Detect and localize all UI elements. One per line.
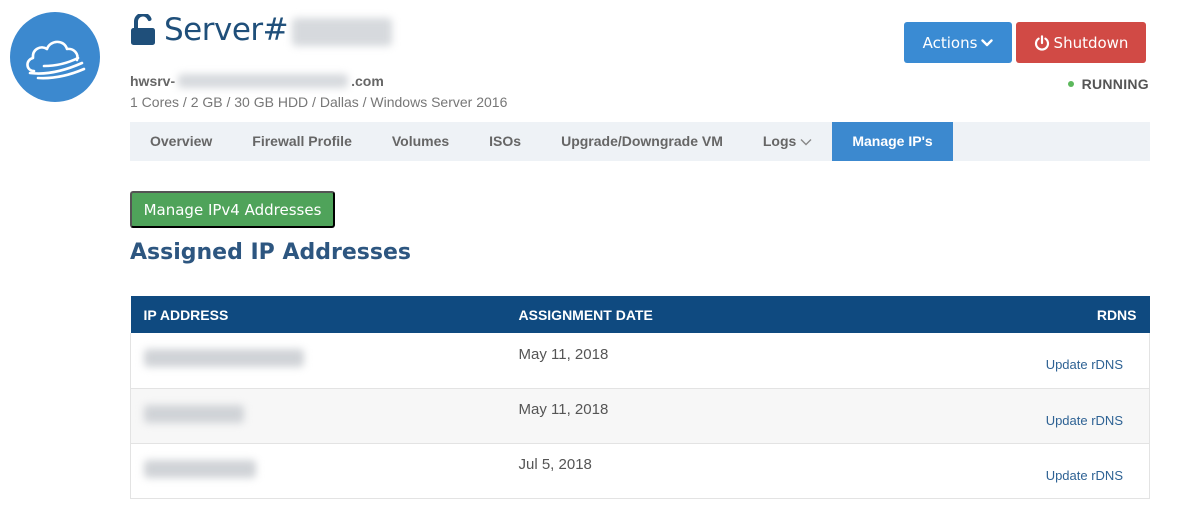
update-rdns-link[interactable]: Update rDNS bbox=[1046, 458, 1123, 483]
tab-label: Upgrade/Downgrade VM bbox=[561, 133, 723, 149]
tab-label: Overview bbox=[150, 133, 213, 149]
tab-volumes[interactable]: Volumes bbox=[372, 122, 469, 161]
manage-ipv4-button[interactable]: Manage IPv4 Addresses bbox=[130, 191, 335, 228]
actions-label: Actions bbox=[922, 33, 978, 52]
header-assignment-date: ASSIGNMENT DATE bbox=[518, 296, 871, 333]
redacted-hostname bbox=[178, 74, 349, 88]
tab-label: Volumes bbox=[391, 133, 450, 149]
assignment-date: May 11, 2018 bbox=[518, 401, 609, 418]
tab-manage-ips[interactable]: Manage IP's bbox=[832, 122, 953, 161]
server-name: Server# bbox=[164, 12, 393, 48]
hostname-prefix: hwsrv- bbox=[130, 73, 176, 89]
redacted-ip bbox=[144, 404, 244, 423]
rdns-cell: Update rDNS bbox=[870, 443, 1151, 499]
tab-isos[interactable]: ISOs bbox=[469, 122, 541, 161]
ip-table: IP ADDRESS ASSIGNMENT DATE RDNS May 11, … bbox=[130, 296, 1151, 499]
server-hostname: hwsrv- .com bbox=[130, 73, 384, 89]
status-text: RUNNING bbox=[1081, 76, 1149, 92]
server-title: Server# bbox=[130, 12, 393, 48]
redacted-server-id bbox=[292, 17, 393, 46]
rdns-cell: Update rDNS bbox=[870, 388, 1151, 444]
table-header-row: IP ADDRESS ASSIGNMENT DATE RDNS bbox=[130, 296, 1150, 333]
ip-cell bbox=[130, 388, 519, 444]
assignment-date: May 11, 2018 bbox=[518, 345, 609, 363]
date-cell: Jul 5, 2018 bbox=[518, 443, 871, 499]
table-row: Jul 5, 2018 Update rDNS bbox=[130, 443, 1151, 499]
tab-label: ISOs bbox=[489, 133, 522, 149]
redacted-ip bbox=[144, 349, 304, 368]
header-ip-address: IP ADDRESS bbox=[130, 296, 519, 333]
table-row: May 11, 2018 Update rDNS bbox=[130, 388, 1151, 444]
tab-overview[interactable]: Overview bbox=[130, 122, 232, 161]
header-rdns: RDNS bbox=[870, 296, 1150, 333]
tab-upgrade-downgrade-vm[interactable]: Upgrade/Downgrade VM bbox=[541, 122, 743, 161]
tab-label: Firewall Profile bbox=[252, 133, 352, 149]
cloud-icon bbox=[26, 40, 86, 80]
ip-cell bbox=[130, 333, 519, 389]
unlock-icon bbox=[131, 14, 155, 45]
chevron-down-icon bbox=[800, 138, 812, 145]
power-icon bbox=[1034, 34, 1049, 51]
rdns-cell: Update rDNS bbox=[870, 333, 1151, 389]
tab-label: Logs bbox=[762, 133, 797, 149]
tab-bar: Overview Firewall Profile Volumes ISOs U… bbox=[130, 122, 1150, 161]
shutdown-label: Shutdown bbox=[1053, 33, 1129, 52]
chevron-down-icon bbox=[981, 38, 994, 46]
section-title: Assigned IP Addresses bbox=[130, 240, 411, 265]
status-dot bbox=[1067, 81, 1074, 87]
update-rdns-link[interactable]: Update rDNS bbox=[1046, 403, 1123, 428]
tab-logs[interactable]: Logs bbox=[743, 122, 832, 161]
hostname-suffix: .com bbox=[351, 73, 384, 89]
date-cell: May 11, 2018 bbox=[518, 388, 871, 444]
assignment-date: Jul 5, 2018 bbox=[518, 456, 592, 473]
redacted-ip bbox=[144, 459, 256, 478]
tab-label: Manage IP's bbox=[852, 133, 933, 149]
table-row: May 11, 2018 Update rDNS bbox=[130, 333, 1151, 389]
date-cell: May 11, 2018 bbox=[518, 333, 871, 389]
actions-button[interactable]: Actions bbox=[904, 22, 1012, 63]
ip-cell bbox=[130, 443, 519, 499]
brand-logo[interactable] bbox=[10, 12, 100, 102]
tab-firewall-profile[interactable]: Firewall Profile bbox=[232, 122, 372, 161]
update-rdns-link[interactable]: Update rDNS bbox=[1046, 347, 1123, 372]
status-badge: RUNNING bbox=[1067, 76, 1149, 92]
server-specs: 1 Cores / 2 GB / 30 GB HDD / Dallas / Wi… bbox=[130, 94, 508, 110]
shutdown-button[interactable]: Shutdown bbox=[1016, 22, 1146, 63]
